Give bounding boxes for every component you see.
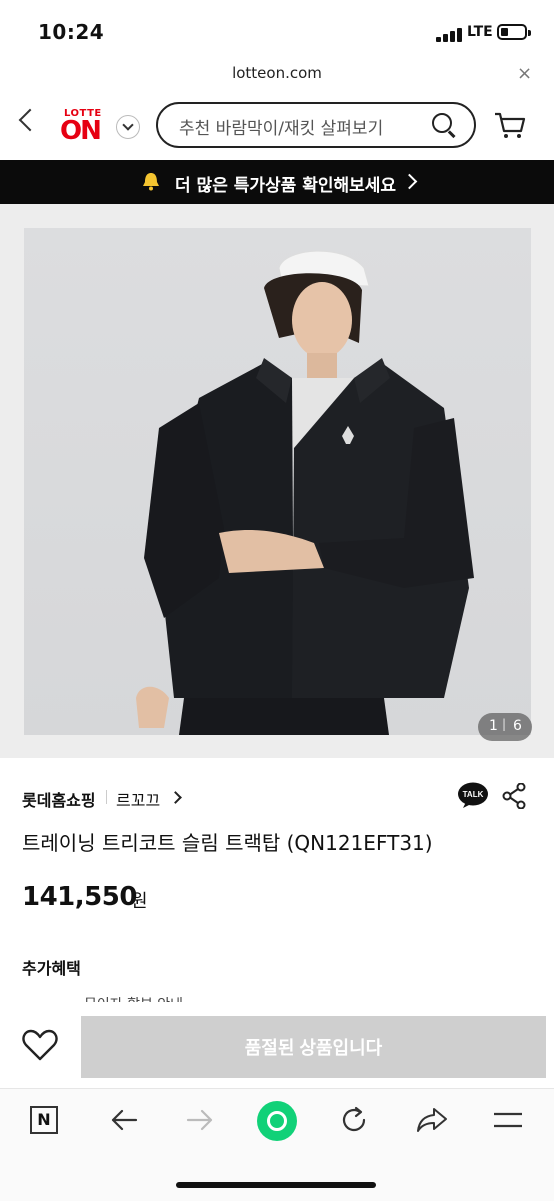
brand-link[interactable]: 르꼬끄 (116, 787, 160, 811)
benefit-title: 추가혜택 (22, 959, 81, 978)
forward-icon[interactable] (186, 1106, 214, 1134)
model-illustration (136, 250, 474, 735)
chevron-down-icon[interactable] (116, 115, 140, 139)
network-label: LTE (467, 24, 493, 40)
gallery-page-indicator: 1 | 6 (478, 713, 532, 741)
back-icon[interactable] (110, 1106, 138, 1134)
product-image[interactable] (24, 228, 531, 735)
close-icon[interactable]: × (517, 63, 532, 84)
product-title: 트레이닝 트리코트 슬림 트랙탑 (QN121EFT31) (22, 831, 433, 855)
naver-n-icon[interactable]: N (30, 1106, 58, 1134)
search-placeholder[interactable]: 추천 바람막이/재킷 살펴보기 (179, 114, 383, 139)
home-indicator[interactable] (176, 1182, 376, 1188)
reload-icon[interactable] (340, 1106, 368, 1134)
share-arrow-icon[interactable] (416, 1106, 448, 1134)
battery-tip (528, 30, 531, 36)
search-icon[interactable] (432, 113, 452, 133)
price-currency: 원 (131, 891, 148, 912)
gallery-total: 6 (513, 718, 522, 734)
talk-chat-icon[interactable]: TALK (458, 782, 488, 808)
product-price: 141,550 (22, 882, 137, 912)
address-bar-url[interactable]: lotteon.com (0, 64, 554, 82)
soldout-button[interactable]: 품절된 상품입니다 (81, 1016, 546, 1078)
gallery-current: 1 (489, 718, 498, 734)
logo-on-text[interactable]: ON (60, 116, 102, 146)
status-time: 10:24 (38, 20, 105, 44)
battery-icon (497, 24, 527, 40)
heart-icon[interactable] (22, 1028, 58, 1062)
menu-icon[interactable] (494, 1110, 522, 1130)
chevron-right-icon[interactable] (169, 791, 182, 804)
seller-name[interactable]: 롯데홈쇼핑 (22, 787, 96, 811)
talk-label: TALK (463, 790, 484, 799)
share-icon[interactable] (502, 783, 526, 809)
promo-text[interactable]: 더 많은 특가상품 확인해보세요 (175, 171, 396, 196)
gallery-separator: | (502, 717, 507, 731)
home-button-icon[interactable] (257, 1101, 297, 1141)
signal-icon (436, 26, 464, 42)
bell-icon (143, 173, 159, 191)
cart-icon[interactable] (494, 112, 526, 140)
seller-divider (106, 790, 107, 804)
